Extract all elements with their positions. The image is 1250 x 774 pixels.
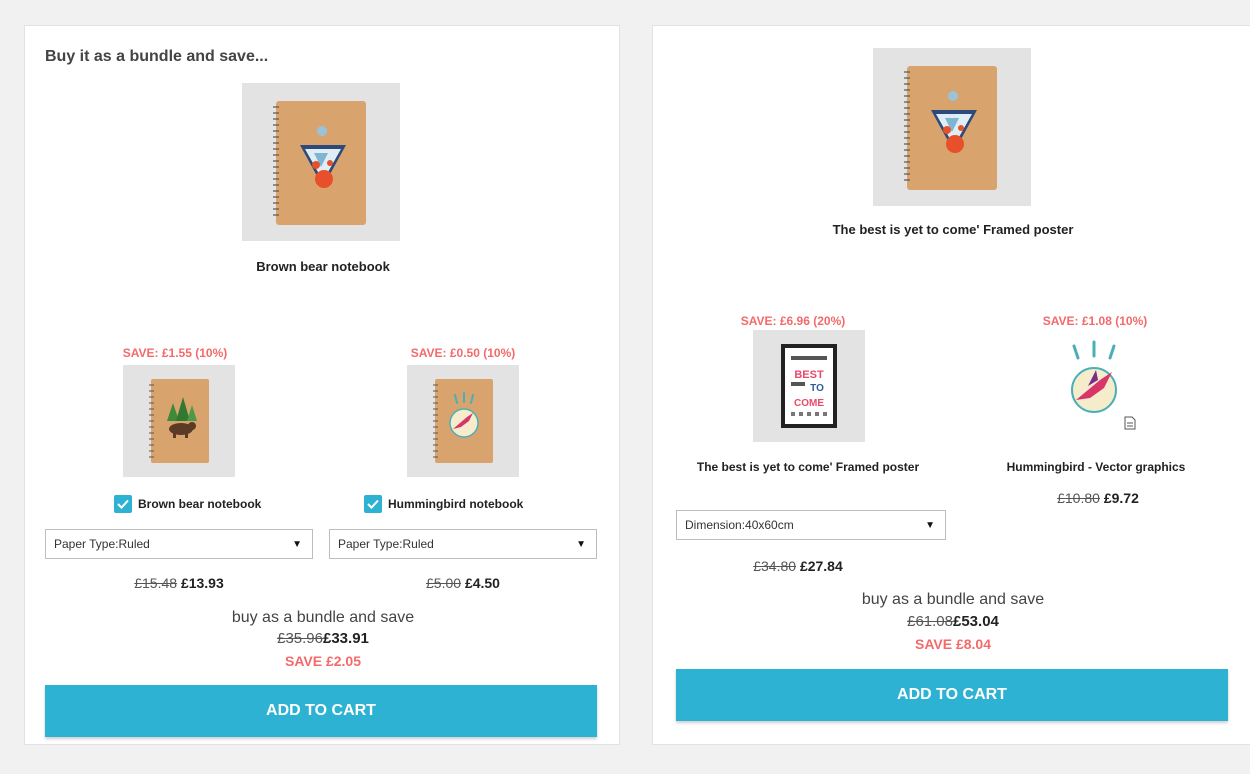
new-price: £9.72 — [1103, 490, 1139, 506]
item-save-label: SAVE: £1.55 (10%) — [122, 346, 228, 360]
select-value: Paper Type:Ruled — [338, 537, 434, 551]
new-price: £13.93 — [180, 575, 224, 591]
dimension-select[interactable]: Dimension:40x60cm ▼ — [676, 510, 946, 540]
item-image-brown-bear[interactable] — [123, 365, 235, 477]
main-product-name[interactable]: The best is yet to come' Framed poster — [653, 222, 1250, 237]
add-to-cart-button[interactable]: ADD TO CART — [676, 669, 1228, 721]
select-value: Dimension:40x60cm — [685, 518, 794, 532]
item-name[interactable]: The best is yet to come' Framed poster — [677, 456, 939, 478]
dropdown-caret-icon: ▼ — [925, 519, 935, 531]
item-image-hummingbird-notebook[interactable] — [407, 365, 519, 477]
main-product-image[interactable] — [242, 83, 400, 241]
item-checkbox-row[interactable]: Hummingbird notebook — [364, 495, 523, 513]
item-price: £5.00 £4.50 — [329, 575, 597, 591]
old-price: £5.00 — [426, 575, 462, 591]
file-icon — [1124, 416, 1136, 430]
item-image-framed-poster[interactable]: BEST TO COME — [753, 330, 865, 442]
old-price: £10.80 — [1057, 490, 1100, 506]
checkbox-checked-icon[interactable] — [364, 495, 382, 513]
poster-word-best: BEST — [794, 369, 824, 381]
item-name[interactable]: Hummingbird notebook — [388, 497, 523, 511]
fox-notebook-illustration — [273, 101, 366, 225]
dropdown-caret-icon: ▼ — [292, 538, 302, 550]
total-new-price: £33.91 — [323, 630, 369, 647]
item-save-label: SAVE: £1.08 (10%) — [1042, 314, 1148, 328]
checkbox-checked-icon[interactable] — [114, 495, 132, 513]
bundle-save-text: buy as a bundle and save — [861, 591, 1045, 608]
item-image-hummingbird-vector[interactable] — [1038, 330, 1150, 442]
fox-notebook-illustration — [904, 66, 997, 190]
bundle-total-price: £61.08£53.04 — [653, 613, 1250, 630]
item-save-label: SAVE: £6.96 (20%) — [740, 314, 846, 328]
total-old-price: £35.96 — [277, 630, 323, 647]
bundle-save-text: buy as a bundle and save — [231, 609, 415, 626]
select-value: Paper Type:Ruled — [54, 537, 150, 551]
main-product-image[interactable] — [873, 48, 1031, 206]
item-checkbox-row[interactable]: Brown bear notebook — [114, 495, 261, 513]
item-price: £10.80 £9.72 — [1013, 490, 1183, 506]
old-price: £15.48 — [134, 575, 178, 591]
poster-word-come: COME — [794, 398, 824, 409]
item-price: £15.48 £13.93 — [45, 575, 313, 591]
add-to-cart-button[interactable]: ADD TO CART — [45, 685, 597, 737]
total-old-price: £61.08 — [907, 613, 953, 630]
bundle-save-total: SAVE £8.04 — [914, 636, 991, 652]
hummingbird-notebook-illustration — [433, 379, 493, 463]
paper-type-select[interactable]: Paper Type:Ruled ▼ — [45, 529, 313, 559]
item-save-label: SAVE: £0.50 (10%) — [410, 346, 516, 360]
bundle-panel-left: Buy it as a bundle and save... Brown bea… — [24, 25, 620, 745]
poster-word-to: TO — [810, 383, 824, 394]
bundle-total-price: £35.96£33.91 — [25, 630, 621, 647]
bundle-heading: Buy it as a bundle and save... — [45, 48, 269, 65]
paper-type-select[interactable]: Paper Type:Ruled ▼ — [329, 529, 597, 559]
total-new-price: £53.04 — [953, 613, 999, 630]
item-name[interactable]: Brown bear notebook — [138, 497, 261, 511]
bear-notebook-illustration — [149, 379, 209, 463]
item-name[interactable]: Hummingbird - Vector graphics — [971, 456, 1221, 478]
main-product-name[interactable]: Brown bear notebook — [25, 259, 621, 274]
bundle-save-total: SAVE £2.05 — [284, 653, 361, 669]
item-price: £34.80 £27.84 — [713, 558, 883, 574]
old-price: £34.80 — [753, 558, 797, 574]
new-price: £4.50 — [464, 575, 500, 591]
dropdown-caret-icon: ▼ — [576, 538, 586, 550]
framed-poster-illustration: BEST TO COME — [781, 344, 837, 428]
bundle-panel-right: The best is yet to come' Framed poster S… — [652, 25, 1250, 745]
new-price: £27.84 — [799, 558, 843, 574]
